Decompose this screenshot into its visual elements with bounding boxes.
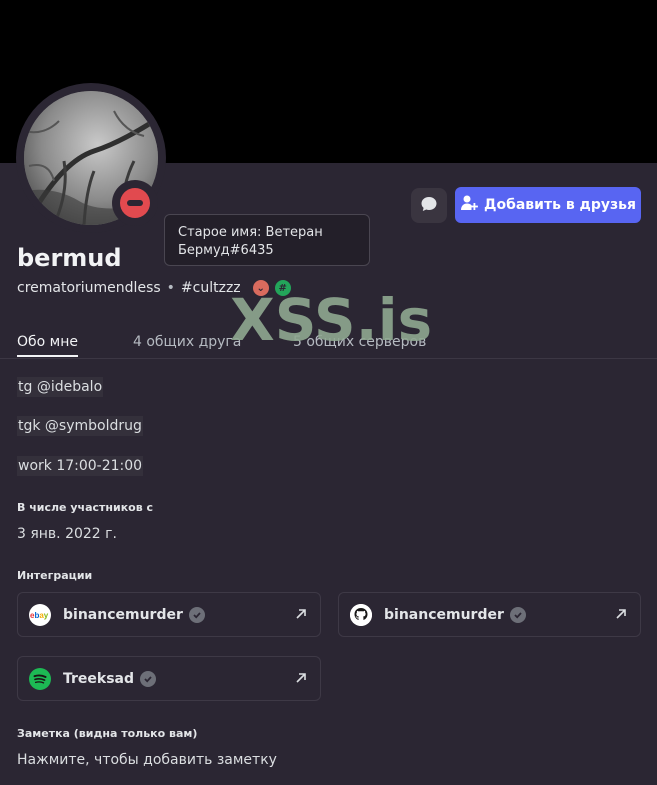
profile-tabs: Обо мне 4 общих друга 5 общих серверов — [0, 330, 657, 359]
external-link-icon[interactable] — [294, 606, 308, 625]
message-button[interactable] — [411, 188, 447, 223]
spotify-icon — [29, 667, 51, 690]
separator-dot: • — [166, 280, 175, 296]
integration-name: binancemurder — [384, 606, 504, 623]
member-since-date: 3 янв. 2022 г. — [17, 526, 117, 542]
tab-mutual-friends[interactable]: 4 общих друга — [133, 334, 241, 350]
external-link-icon[interactable] — [294, 670, 308, 689]
chat-bubble-icon — [420, 195, 438, 217]
integration-card-github[interactable]: binancemurder — [338, 592, 641, 637]
username-handle[interactable]: crematoriumendless — [17, 280, 161, 296]
dnd-status-icon — [120, 188, 150, 218]
tooltip-line-1: Старое имя: Ветеран — [178, 225, 323, 240]
svg-text:ebay: ebay — [30, 611, 49, 620]
integration-card-spotify[interactable]: Treeksad — [17, 656, 321, 701]
ebay-icon: ebay — [29, 603, 51, 626]
chevron-down-icon[interactable]: ⌄ — [252, 280, 269, 296]
integration-name: Treeksad — [63, 670, 135, 687]
tab-mutual-servers[interactable]: 5 общих серверов — [293, 334, 426, 350]
add-friend-label: Добавить в друзья — [484, 197, 636, 213]
note-input[interactable]: Нажмите, чтобы добавить заметку — [17, 752, 277, 768]
tab-about[interactable]: Обо мне — [17, 334, 78, 357]
handle-row: crematoriumendless • #cultzzz ⌄ # — [17, 280, 291, 296]
integration-card-ebay[interactable]: ebay binancemurder — [17, 592, 321, 637]
add-friend-button[interactable]: Добавить в друзья — [455, 187, 641, 223]
display-name: bermud — [17, 244, 122, 272]
add-user-icon — [460, 194, 478, 216]
tooltip-line-2: Бермуд#6435 — [178, 243, 274, 258]
previous-name-tooltip: Старое имя: Ветеран Бермуд#6435 — [164, 214, 370, 266]
integration-name: binancemurder — [63, 606, 183, 623]
bio-line: work 17:00-21:00 — [17, 456, 144, 476]
github-icon — [350, 603, 372, 626]
member-since-title: В числе участников с — [17, 501, 154, 514]
bio-line: tg @idebalo — [17, 377, 104, 397]
external-link-icon[interactable] — [614, 606, 628, 625]
hash-badge-icon[interactable]: # — [274, 280, 291, 296]
note-title: Заметка (видна только вам) — [17, 727, 198, 740]
integrations-title: Интеграции — [17, 569, 93, 582]
tag-text[interactable]: #cultzzz — [181, 280, 241, 296]
verified-check-icon — [509, 606, 526, 623]
bio-line: tgk @symboldrug — [17, 416, 143, 436]
verified-check-icon — [188, 606, 205, 623]
verified-check-icon — [140, 670, 157, 687]
